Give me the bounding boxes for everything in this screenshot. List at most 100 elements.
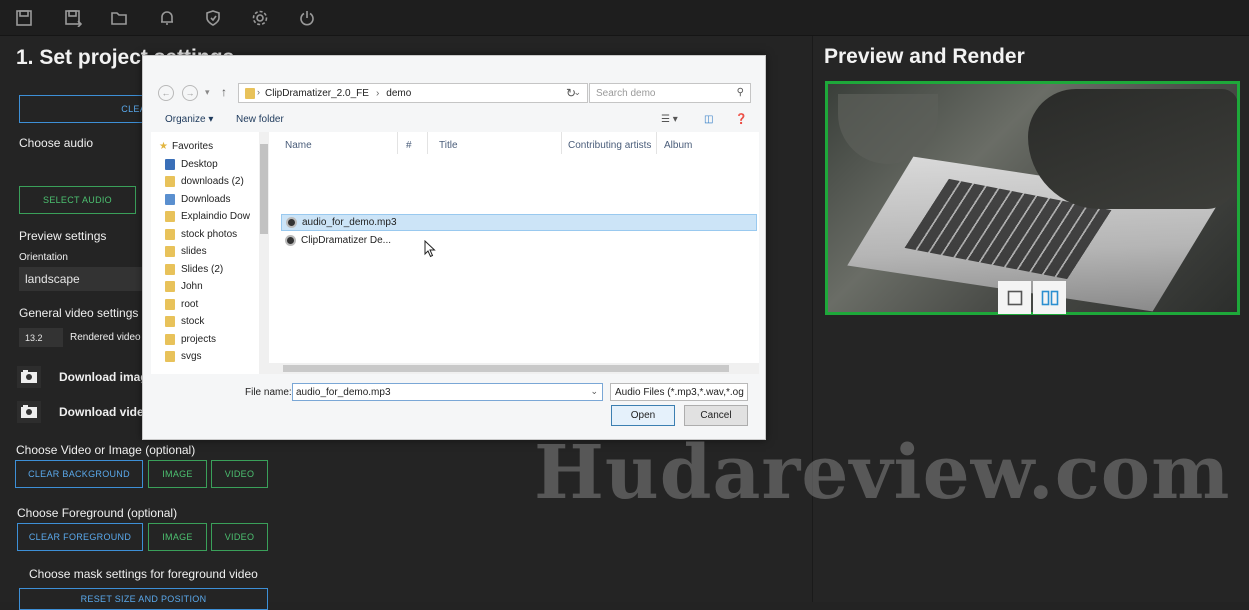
reset-size-position-button[interactable]: RESET SIZE AND POSITION bbox=[19, 588, 268, 610]
shield-icon[interactable] bbox=[203, 8, 223, 28]
nav-item-slides[interactable]: slides bbox=[165, 246, 207, 257]
nav-item-desktop[interactable]: Desktop bbox=[165, 159, 218, 170]
breadcrumb-current[interactable]: demo bbox=[386, 88, 411, 99]
nav-item-stock[interactable]: stock bbox=[165, 316, 204, 327]
navigation-pane: ★ Favorites Desktop downloads (2) Downlo… bbox=[151, 132, 268, 374]
scrollbar-thumb[interactable] bbox=[260, 144, 268, 234]
cancel-button[interactable]: Cancel bbox=[684, 405, 748, 426]
split-view-button[interactable] bbox=[1033, 281, 1066, 314]
help-icon[interactable]: ❓ bbox=[735, 114, 747, 125]
bell-icon[interactable] bbox=[157, 8, 177, 28]
nav-scrollbar[interactable] bbox=[259, 132, 269, 374]
save-icon[interactable] bbox=[14, 8, 34, 28]
folder-icon[interactable] bbox=[109, 8, 129, 28]
file-name: audio_for_demo.mp3 bbox=[302, 217, 397, 228]
folder-icon bbox=[165, 176, 175, 187]
horizontal-scrollbar[interactable] bbox=[269, 363, 759, 374]
nav-item-label: Explaindio Dow bbox=[181, 211, 250, 222]
foreground-image-button[interactable]: IMAGE bbox=[148, 523, 207, 551]
nav-item-label: stock photos bbox=[181, 229, 238, 240]
nav-item-label: Desktop bbox=[181, 159, 218, 170]
up-arrow-icon[interactable]: ↑ bbox=[221, 85, 227, 99]
nav-item-root[interactable]: root bbox=[165, 299, 198, 310]
audio-file-icon bbox=[285, 235, 296, 246]
duration-field[interactable]: 13.2 bbox=[19, 328, 63, 347]
search-input[interactable]: Search demo ⚲ bbox=[589, 83, 751, 103]
preview-pane-icon[interactable]: ◫ bbox=[704, 114, 713, 125]
folder-icon bbox=[245, 88, 255, 99]
file-name-input[interactable]: audio_for_demo.mp3 ⌄ bbox=[292, 383, 603, 401]
nav-item-label: projects bbox=[181, 334, 217, 345]
column-contributing-artists[interactable]: Contributing artists bbox=[568, 140, 651, 151]
foreground-video-button[interactable]: VIDEO bbox=[211, 523, 268, 551]
forward-button[interactable]: → bbox=[182, 85, 198, 101]
square-icon bbox=[1007, 290, 1022, 305]
file-name-value: audio_for_demo.mp3 bbox=[296, 386, 391, 398]
file-list: Name # Title Contributing artists Album … bbox=[269, 132, 759, 364]
new-folder-button[interactable]: New folder bbox=[236, 114, 284, 125]
address-bar[interactable]: › ClipDramatizer_2.0_FE › demo ⌄ bbox=[238, 83, 588, 103]
nav-item-stock-photos[interactable]: stock photos bbox=[165, 229, 237, 240]
nav-item-label: slides bbox=[181, 246, 207, 257]
file-row-clipdramatizer[interactable]: ClipDramatizer De... bbox=[281, 232, 757, 249]
nav-item-svgs[interactable]: svgs bbox=[165, 351, 202, 362]
nav-item-projects[interactable]: projects bbox=[165, 334, 216, 345]
download-video-label[interactable]: Download vide bbox=[59, 405, 144, 419]
clear-foreground-button[interactable]: CLEAR FOREGROUND bbox=[17, 523, 143, 551]
open-button[interactable]: Open bbox=[611, 405, 675, 426]
preview-canvas[interactable] bbox=[825, 81, 1240, 315]
orientation-select[interactable]: landscape bbox=[19, 267, 144, 291]
nav-item-slides-2[interactable]: Slides (2) bbox=[165, 264, 223, 275]
hand-image bbox=[1028, 89, 1237, 209]
organize-menu[interactable]: Organize ▾ bbox=[165, 114, 213, 125]
chevron-down-icon[interactable]: ⌄ bbox=[590, 386, 598, 397]
folder-icon bbox=[165, 264, 175, 275]
download-image-label[interactable]: Download imag bbox=[59, 370, 148, 384]
nav-item-john[interactable]: John bbox=[165, 281, 203, 292]
coffee-cup-image bbox=[838, 94, 938, 164]
nav-item-favorites[interactable]: ★ Favorites bbox=[159, 141, 213, 152]
folder-icon bbox=[165, 334, 175, 345]
background-video-button[interactable]: VIDEO bbox=[211, 460, 268, 488]
download-folder-icon bbox=[165, 194, 175, 205]
back-button[interactable]: ← bbox=[158, 85, 174, 101]
column-album[interactable]: Album bbox=[664, 140, 692, 151]
file-name-label: File name: bbox=[245, 387, 292, 398]
folder-icon bbox=[165, 281, 175, 292]
select-audio-button[interactable]: SELECT AUDIO bbox=[19, 186, 136, 214]
download-video-icon[interactable] bbox=[17, 401, 41, 423]
recent-dropdown-icon[interactable]: ▾ bbox=[205, 87, 210, 98]
preview-settings-label: Preview settings bbox=[19, 229, 107, 243]
save-as-icon[interactable] bbox=[63, 8, 83, 28]
download-image-icon[interactable] bbox=[17, 366, 41, 388]
column-title[interactable]: Title bbox=[439, 140, 458, 151]
file-type-select[interactable]: Audio Files (*.mp3,*.wav,*.og bbox=[610, 383, 748, 401]
nav-item-downloads[interactable]: Downloads bbox=[165, 194, 230, 205]
clear-background-button[interactable]: CLEAR BACKGROUND bbox=[15, 460, 143, 488]
refresh-icon[interactable]: ↻ bbox=[566, 86, 576, 100]
view-options-icon[interactable]: ☰ ▾ bbox=[661, 114, 678, 125]
breadcrumb-root[interactable]: ClipDramatizer_2.0_FE bbox=[265, 88, 369, 99]
column-number[interactable]: # bbox=[406, 140, 412, 151]
file-name: ClipDramatizer De... bbox=[301, 235, 392, 246]
columns-icon bbox=[1041, 290, 1058, 305]
nav-item-downloads-2[interactable]: downloads (2) bbox=[165, 176, 244, 187]
power-icon[interactable] bbox=[297, 8, 317, 28]
search-icon[interactable]: ⚲ bbox=[737, 87, 744, 98]
nav-item-label: John bbox=[181, 281, 203, 292]
nav-item-explaindio[interactable]: Explaindio Dow bbox=[165, 211, 250, 222]
folder-icon bbox=[165, 211, 175, 222]
scrollbar-thumb[interactable] bbox=[283, 365, 729, 372]
column-divider bbox=[427, 132, 428, 154]
column-divider bbox=[561, 132, 562, 154]
gear-icon[interactable] bbox=[250, 8, 270, 28]
background-image-button[interactable]: IMAGE bbox=[148, 460, 207, 488]
column-name[interactable]: Name bbox=[285, 140, 312, 151]
nav-item-label: Slides (2) bbox=[181, 264, 224, 275]
watermark: Hudareview.com bbox=[534, 430, 1231, 516]
file-row-audio-for-demo[interactable]: audio_for_demo.mp3 bbox=[281, 214, 757, 231]
single-view-button[interactable] bbox=[998, 281, 1031, 314]
chevron-right-icon: › bbox=[375, 87, 380, 99]
audio-file-icon bbox=[286, 217, 297, 228]
file-type-value: Audio Files (*.mp3,*.wav,*.og bbox=[615, 386, 744, 398]
